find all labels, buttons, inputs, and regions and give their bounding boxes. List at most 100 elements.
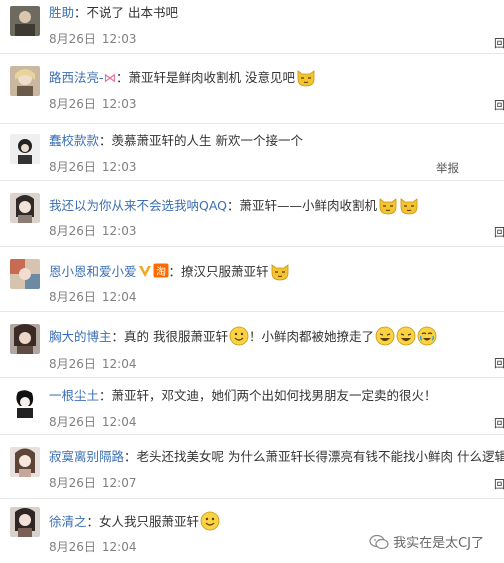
comment-text-line: 我还以为你从来不会选我呐QAQ：萧亚轩——小鲜肉收割机 bbox=[49, 195, 504, 215]
verified-v-icon bbox=[138, 265, 152, 281]
comment-text: 老头还找美女呢 为什么萧亚轩长得漂亮有钱不能找小鲜肉 什么逻辑啊 bbox=[136, 449, 504, 464]
comment-date: 8月26日 bbox=[49, 476, 96, 490]
username-link[interactable]: 蠢校款款 bbox=[49, 133, 99, 148]
comment-row: 胸大的博主：真的 我很服萧亚轩 ！小鲜肉都被她撩走了 8月26日 12:04 回 bbox=[0, 312, 504, 378]
comment-time: 12:03 bbox=[101, 224, 137, 238]
comment-text-line: 路西法亮-⋈：萧亚轩是鲜肉收割机 没意见吧 bbox=[49, 67, 504, 87]
username-link[interactable]: 胸大的博主 bbox=[49, 329, 112, 344]
comment-row: 寂寞离别隔路：老头还找美女呢 为什么萧亚轩长得漂亮有钱不能找小鲜肉 什么逻辑啊 … bbox=[0, 435, 504, 499]
comment-text: 撩汉只服萧亚轩 bbox=[181, 264, 269, 279]
username-link[interactable]: 我还以为你从来不会选我呐QAQ bbox=[49, 198, 227, 213]
comment-timestamp: 8月26日 12:03 bbox=[49, 224, 137, 238]
avatar[interactable] bbox=[10, 388, 40, 418]
username-link[interactable]: 胜助 bbox=[49, 5, 74, 20]
separator: ： bbox=[99, 133, 112, 148]
laugh-emoji-icon bbox=[396, 326, 416, 346]
comment-timestamp: 8月26日 12:03 bbox=[49, 160, 137, 174]
comment-text-line: 徐清之：女人我只服萧亚轩 bbox=[49, 511, 504, 531]
comment-text-line: 胜助：不说了 出本书吧 bbox=[49, 4, 504, 24]
comment-time: 12:04 bbox=[101, 415, 137, 429]
username-link[interactable]: 路西法亮- bbox=[49, 70, 104, 85]
comment-text-continued: ！小鲜肉都被她撩走了 bbox=[249, 329, 375, 344]
cat-emoji-icon bbox=[271, 264, 288, 281]
reply-link[interactable]: 回 bbox=[494, 418, 504, 430]
wechat-icon bbox=[369, 534, 389, 549]
cat-emoji-icon bbox=[297, 70, 315, 87]
smile-emoji-icon bbox=[229, 326, 249, 346]
reply-link[interactable]: 回 bbox=[494, 358, 504, 370]
smile-emoji-icon bbox=[200, 511, 220, 531]
username-link[interactable]: 徐清之 bbox=[49, 514, 87, 529]
comment-timestamp: 8月26日 12:04 bbox=[49, 415, 137, 429]
reply-link[interactable]: 回 bbox=[494, 100, 504, 112]
separator: ： bbox=[227, 198, 240, 213]
username-link[interactable]: 一根尘土 bbox=[49, 388, 99, 403]
separator: ： bbox=[124, 449, 137, 464]
separator: ： bbox=[116, 70, 129, 85]
avatar[interactable] bbox=[10, 134, 40, 164]
comment-date: 8月26日 bbox=[49, 224, 96, 238]
comment-row: 蠢校款款：羡慕萧亚轩的人生 新欢一个接一个 8月26日 12:03 举报 bbox=[0, 124, 504, 181]
avatar[interactable] bbox=[10, 193, 40, 223]
reply-link[interactable]: 回 bbox=[494, 38, 504, 50]
comment-time: 12:07 bbox=[101, 476, 137, 490]
avatar[interactable] bbox=[10, 6, 40, 36]
separator: ： bbox=[74, 5, 87, 20]
svg-text:淘: 淘 bbox=[156, 265, 166, 278]
comment-row: 一根尘土：萧亚轩，邓文迪，她们两个出如何找男朋友一定卖的很火！ 8月26日 12:… bbox=[0, 378, 504, 435]
avatar[interactable] bbox=[10, 324, 40, 354]
comment-timestamp: 8月26日 12:07 bbox=[49, 476, 137, 490]
reply-link[interactable]: 回 bbox=[494, 227, 504, 239]
comment-text-line: 恩小恩和爱小爱 淘：撩汉只服萧亚轩 bbox=[49, 261, 504, 281]
separator: ： bbox=[99, 388, 112, 403]
comment-row: 路西法亮-⋈：萧亚轩是鲜肉收割机 没意见吧 8月26日 12:03 回 bbox=[0, 54, 504, 124]
comment-row: 恩小恩和爱小爱 淘：撩汉只服萧亚轩 8月26日 12:04 bbox=[0, 247, 504, 312]
comment-timestamp: 8月26日 12:03 bbox=[49, 97, 137, 111]
watermark-text: 我实在是太CJ了 bbox=[393, 536, 484, 551]
comment-timestamp: 8月26日 12:03 bbox=[49, 32, 137, 46]
comment-time: 12:04 bbox=[101, 290, 137, 304]
reply-link[interactable]: 回 bbox=[494, 479, 504, 491]
comment-time: 12:03 bbox=[101, 97, 137, 111]
taobao-badge-icon: 淘 bbox=[153, 263, 169, 281]
comment-text-line: 一根尘土：萧亚轩，邓文迪，她们两个出如何找男朋友一定卖的很火！ bbox=[49, 387, 504, 407]
comment-timestamp: 8月26日 12:04 bbox=[49, 290, 137, 304]
comment-text-line: 胸大的博主：真的 我很服萧亚轩 ！小鲜肉都被她撩走了 bbox=[49, 326, 504, 346]
comment-text: 萧亚轩——小鲜肉收割机 bbox=[239, 198, 378, 213]
comment-text: 不说了 出本书吧 bbox=[86, 5, 179, 20]
comment-timestamp: 8月26日 12:04 bbox=[49, 357, 137, 371]
comment-row: 胜助：不说了 出本书吧 8月26日 12:03 回 bbox=[0, 0, 504, 54]
username-link[interactable]: 恩小恩和爱小爱 bbox=[49, 264, 137, 279]
comment-time: 12:03 bbox=[101, 160, 137, 174]
comment-date: 8月26日 bbox=[49, 415, 96, 429]
comment-date: 8月26日 bbox=[49, 160, 96, 174]
comment-time: 12:03 bbox=[101, 32, 137, 46]
avatar[interactable] bbox=[10, 507, 40, 537]
comment-date: 8月26日 bbox=[49, 357, 96, 371]
comment-date: 8月26日 bbox=[49, 97, 96, 111]
cat-emoji-icon bbox=[379, 198, 397, 215]
cat-emoji-icon bbox=[400, 198, 418, 215]
comment-date: 8月26日 bbox=[49, 32, 96, 46]
comment-date: 8月26日 bbox=[49, 540, 96, 554]
comment-text: 女人我只服萧亚轩 bbox=[99, 514, 200, 529]
comment-list: 胜助：不说了 出本书吧 8月26日 12:03 回 路西法亮-⋈：萧亚轩是鲜肉收割… bbox=[0, 0, 504, 563]
comment-time: 12:04 bbox=[101, 540, 137, 554]
username-link[interactable]: 寂寞离别隔路 bbox=[49, 449, 124, 464]
comment-text: 真的 我很服萧亚轩 bbox=[124, 329, 229, 344]
comment-text: 萧亚轩，邓文迪，她们两个出如何找男朋友一定卖的很火！ bbox=[111, 388, 437, 403]
comment-text-line: 寂寞离别隔路：老头还找美女呢 为什么萧亚轩长得漂亮有钱不能找小鲜肉 什么逻辑啊 bbox=[49, 448, 504, 468]
comment-text: 羡慕萧亚轩的人生 新欢一个接一个 bbox=[111, 133, 304, 148]
comment-date: 8月26日 bbox=[49, 290, 96, 304]
avatar[interactable] bbox=[10, 447, 40, 477]
crying-laugh-emoji-icon bbox=[417, 326, 437, 346]
report-link[interactable]: 举报 bbox=[436, 160, 459, 176]
avatar[interactable] bbox=[10, 66, 40, 96]
comment-row: 徐清之：女人我只服萧亚轩 8月26日 12:04 bbox=[0, 499, 504, 563]
separator: ： bbox=[86, 514, 100, 529]
laugh-emoji-icon bbox=[375, 326, 395, 346]
butterfly-icon: ⋈ bbox=[103, 70, 117, 85]
wechat-watermark: 我实在是太CJ了 bbox=[369, 532, 484, 551]
avatar[interactable] bbox=[10, 259, 40, 289]
comment-text: 萧亚轩是鲜肉收割机 没意见吧 bbox=[128, 70, 296, 85]
